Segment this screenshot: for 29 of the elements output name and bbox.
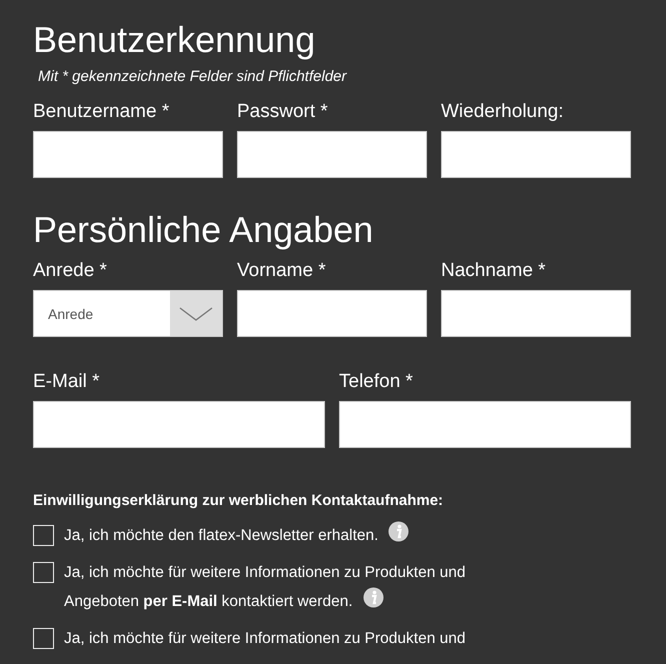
input-field[interactable] [237, 131, 427, 178]
checkbox[interactable] [33, 628, 54, 649]
salutation-dropdown[interactable]: Anrede [33, 290, 223, 337]
input-field[interactable] [339, 401, 631, 448]
section-title: Persönliche Angaben [33, 208, 374, 252]
consent-heading: Einwilligungserklärung zur werblichen Kontaktaufnahme: [33, 492, 444, 509]
info-icon[interactable] [362, 587, 384, 608]
field-label: Vorname * [237, 260, 327, 282]
input-field[interactable] [33, 131, 223, 178]
consent-text: Ja, ich möchte den flatex-Newsletter erhalten. [64, 521, 504, 550]
section-title: Benutzerkennung [33, 18, 316, 62]
field-label: Telefon * [339, 371, 414, 393]
info-icon[interactable] [388, 521, 410, 542]
checkbox[interactable] [33, 562, 54, 583]
field-label: Anrede * [33, 260, 108, 282]
chevron-down-icon [179, 306, 213, 320]
input-field[interactable] [237, 290, 427, 337]
input-field[interactable] [441, 290, 631, 337]
consent-text: Ja, ich möchte für weitere Informationen zu Produkten und [64, 629, 466, 649]
checkbox[interactable] [33, 525, 54, 546]
field-label: Wiederholung: [441, 101, 565, 123]
input-field[interactable] [441, 131, 631, 178]
field-label: Passwort * [237, 101, 329, 123]
field-label: Benutzername * [33, 101, 170, 123]
input-field[interactable] [33, 401, 325, 448]
consent-text: Ja, ich möchte für weitere Informationen zu Produkten und Angeboten per E-Mail kontaktiert werden. [64, 563, 466, 612]
required-note: Mit * gekennzeichnete Felder sind Pflichtfelder [38, 68, 348, 85]
field-label: E-Mail * [33, 371, 101, 393]
field-label: Nachname * [441, 260, 547, 282]
